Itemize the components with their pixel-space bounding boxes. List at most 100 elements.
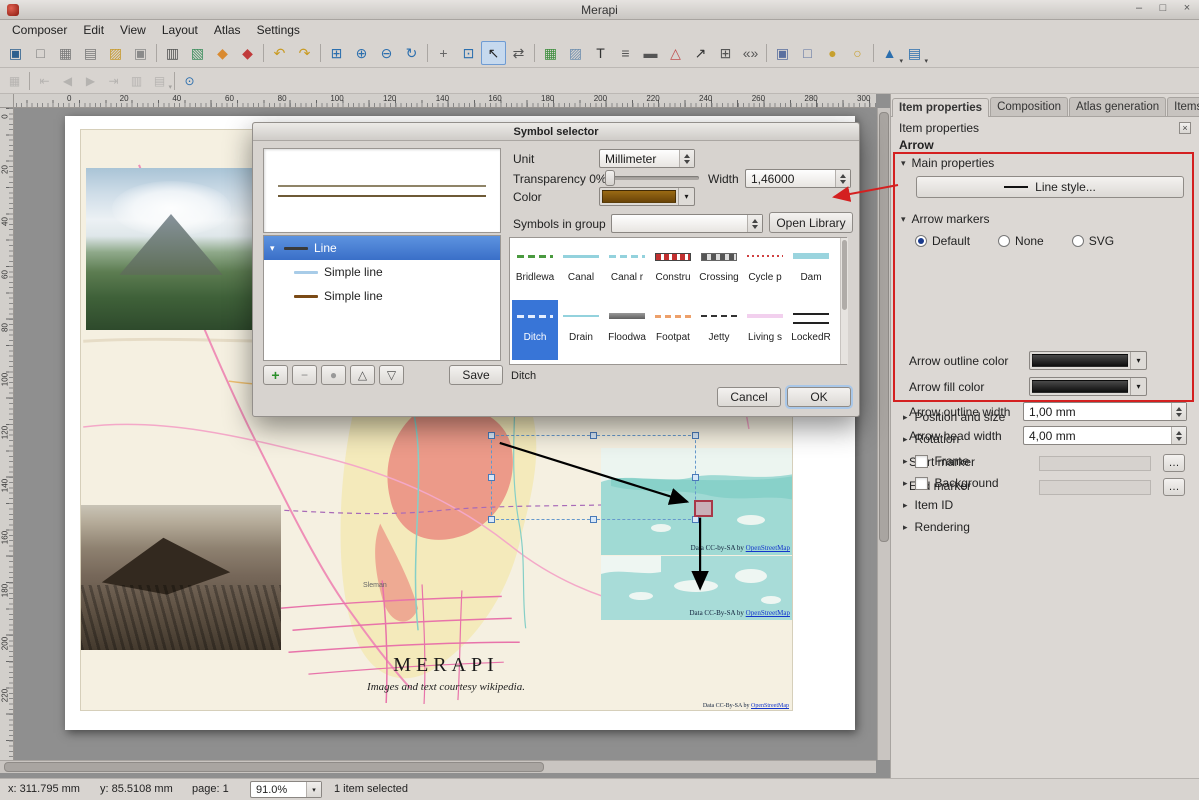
menu-composer[interactable]: Composer <box>4 21 75 39</box>
transparency-slider[interactable] <box>605 170 699 186</box>
main-properties-header[interactable]: ▾ Main properties <box>901 156 994 170</box>
group-items-icon[interactable]: ▣ <box>770 41 795 65</box>
menu-view[interactable]: View <box>112 21 154 39</box>
menu-settings[interactable]: Settings <box>249 21 308 39</box>
spinner-arrows-icon[interactable] <box>679 150 694 167</box>
chevron-down-icon[interactable]: ▾ <box>678 188 694 205</box>
maximize-icon[interactable]: □ <box>1157 2 1169 14</box>
symbol-ditch[interactable]: Ditch <box>512 300 558 360</box>
selection-handle[interactable] <box>488 516 495 523</box>
duplicate-composition-icon[interactable]: ▦ <box>53 41 78 65</box>
save-template-icon[interactable]: ▣ <box>128 41 153 65</box>
zoom-full-icon[interactable]: ⊞ <box>324 41 349 65</box>
cancel-button[interactable]: Cancel <box>717 387 781 407</box>
preview-atlas-icon[interactable]: ▦ <box>3 70 26 91</box>
atlas-next-feature-icon[interactable]: ▶ <box>79 70 102 91</box>
export-atlas-icon[interactable]: ▤▾ <box>148 70 171 91</box>
tab-item-properties[interactable]: Item properties <box>892 98 989 117</box>
symbol-cycle-p[interactable]: Cycle p <box>742 240 788 300</box>
selection-handle[interactable] <box>488 432 495 439</box>
selection-handle[interactable] <box>692 516 699 523</box>
menu-layout[interactable]: Layout <box>154 21 206 39</box>
checkbox-frame[interactable] <box>915 455 928 468</box>
selection-handle[interactable] <box>488 474 495 481</box>
unlock-items-icon[interactable]: ○ <box>845 41 870 65</box>
tree-item-simple-line[interactable]: Simple line <box>264 284 500 308</box>
spinner-arrows-icon[interactable] <box>835 170 850 187</box>
line-style-button[interactable]: Line style... <box>916 176 1184 198</box>
refresh-view-icon[interactable]: ↻ <box>399 41 424 65</box>
scrollbar-thumb[interactable] <box>879 112 889 542</box>
load-template-icon[interactable]: ▨ <box>103 41 128 65</box>
selection-handle[interactable] <box>590 432 597 439</box>
canvas-vertical-scrollbar[interactable] <box>877 108 890 760</box>
redo-icon[interactable]: ↷ <box>292 41 317 65</box>
symbol-constru[interactable]: Constru <box>650 240 696 300</box>
scrollbar-thumb[interactable] <box>4 762 544 772</box>
raise-items-icon[interactable]: ▲▾ <box>877 41 902 65</box>
symbol-drain[interactable]: Drain <box>558 300 604 360</box>
zoom-region-icon[interactable]: ⊡ <box>456 41 481 65</box>
export-image-icon[interactable]: ▧ <box>185 41 210 65</box>
panel-close-icon[interactable]: × <box>1179 122 1191 134</box>
add-shape-icon[interactable]: △ <box>663 41 688 65</box>
symbols-group-select[interactable] <box>611 214 763 233</box>
lock-items-icon[interactable]: ● <box>820 41 845 65</box>
symbol-canal-r[interactable]: Canal r <box>604 240 650 300</box>
save-symbol-button[interactable]: Save <box>449 365 503 385</box>
print-icon[interactable]: ▥ <box>160 41 185 65</box>
atlas-last-feature-icon[interactable]: ⇥ <box>102 70 125 91</box>
section-item-id[interactable]: ▸Item ID <box>891 494 1199 516</box>
chevron-down-icon[interactable]: ▾ <box>1130 378 1146 395</box>
minimize-icon[interactable]: – <box>1133 2 1145 14</box>
section-rendering[interactable]: ▸Rendering <box>891 516 1199 538</box>
save-project-icon[interactable]: ▣ <box>3 41 28 65</box>
add-map-icon[interactable]: ▦ <box>538 41 563 65</box>
color-button[interactable]: ▾ <box>599 187 695 206</box>
tab-items[interactable]: Items <box>1167 97 1199 116</box>
section-rotation[interactable]: ▸Rotation <box>891 428 1199 450</box>
selection-handle[interactable] <box>692 432 699 439</box>
ok-button[interactable]: OK <box>787 387 851 407</box>
arrow-outline-color-button[interactable]: ▾ <box>1029 351 1147 370</box>
menu-atlas[interactable]: Atlas <box>206 21 249 39</box>
zoom-level-select[interactable]: 91.0% ▾ <box>250 781 322 798</box>
symbol-canal[interactable]: Canal <box>558 240 604 300</box>
unit-select[interactable]: Millimeter <box>599 149 695 168</box>
radio-default[interactable]: Default <box>915 234 970 248</box>
canvas-horizontal-scrollbar[interactable] <box>0 760 876 773</box>
arrow-fill-color-button[interactable]: ▾ <box>1029 377 1147 396</box>
selection-handle[interactable] <box>692 474 699 481</box>
symbol-jetty[interactable]: Jetty <box>696 300 742 360</box>
add-arrow-icon[interactable]: ↗ <box>688 41 713 65</box>
atlas-settings-icon[interactable]: ⊙ <box>178 70 201 91</box>
composition-subtitle[interactable]: Images and text courtesy wikipedia. <box>316 681 576 693</box>
print-atlas-icon[interactable]: ▥ <box>125 70 148 91</box>
select-move-item-icon[interactable]: ↖ <box>481 41 506 65</box>
composition-title[interactable]: MERAPI <box>356 654 536 677</box>
add-html-icon[interactable]: «» <box>738 41 763 65</box>
chevron-down-icon[interactable]: ▾ <box>1130 352 1146 369</box>
ungroup-items-icon[interactable]: □ <box>795 41 820 65</box>
export-svg-icon[interactable]: ◆ <box>210 41 235 65</box>
new-composition-icon[interactable]: □ <box>28 41 53 65</box>
symbol-crossing[interactable]: Crossing <box>696 240 742 300</box>
align-items-icon[interactable]: ▤▾ <box>902 41 927 65</box>
highlighted-extent-box[interactable] <box>694 500 713 517</box>
width-input[interactable]: 1,46000 <box>745 169 851 188</box>
selection-handle[interactable] <box>590 516 597 523</box>
remove-symbol-button[interactable]: − <box>292 365 317 385</box>
add-image-icon[interactable]: ▨ <box>563 41 588 65</box>
grid-scrollbar[interactable] <box>840 238 848 364</box>
selection-box[interactable] <box>491 435 696 520</box>
osm-link[interactable]: OpenStreetMap <box>751 703 789 709</box>
radio-svg[interactable]: SVG <box>1072 234 1114 248</box>
symbol-lockedr[interactable]: LockedR <box>788 300 834 360</box>
open-library-button[interactable]: Open Library <box>769 212 853 233</box>
add-scalebar-icon[interactable]: ▬ <box>638 41 663 65</box>
add-legend-icon[interactable]: ≡ <box>613 41 638 65</box>
tree-item-simple-line[interactable]: Simple line <box>264 260 500 284</box>
scrollbar-thumb[interactable] <box>842 240 847 310</box>
composer-manager-icon[interactable]: ▤ <box>78 41 103 65</box>
arrow-markers-header[interactable]: ▾ Arrow markers <box>901 212 990 226</box>
